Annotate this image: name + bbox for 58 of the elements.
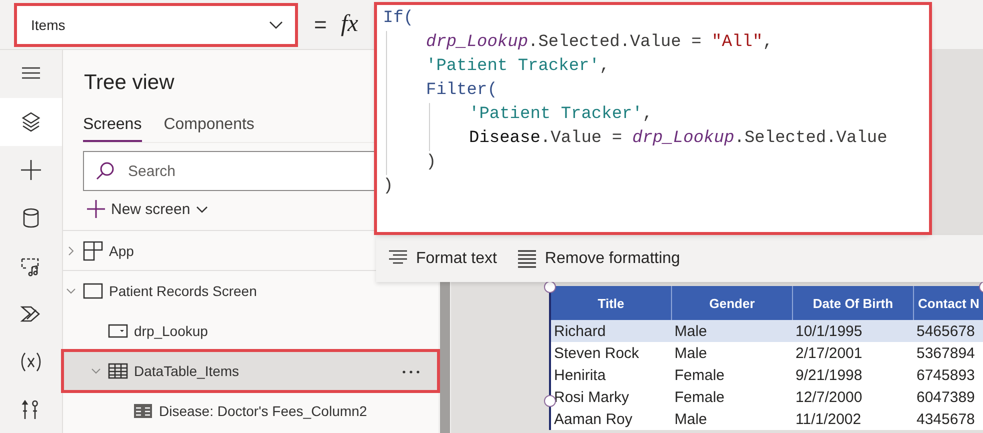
code-line: ) xyxy=(426,152,438,174)
tab[interactable]: Components xyxy=(164,116,254,142)
plus-icon xyxy=(87,200,105,218)
new-screen-button[interactable]: New screen xyxy=(87,191,208,227)
code-line: drp_Lookup.Selected.Value = "All", xyxy=(426,32,774,54)
table-cell: 10/1/1995 xyxy=(792,320,914,342)
table-cell: 5367894 xyxy=(914,342,983,364)
formula-label: fx xyxy=(340,11,358,38)
column-header: Date Of Birth xyxy=(792,286,914,320)
table-cell: 6047389 xyxy=(914,386,983,408)
table-cell: Male xyxy=(672,408,792,430)
column-icon xyxy=(133,403,153,419)
table-cell: 12/7/2000 xyxy=(792,386,914,408)
table-cell: 4345678 xyxy=(914,408,983,430)
table-cell: 9/21/1998 xyxy=(792,364,914,386)
screen-icon xyxy=(83,283,103,299)
table-cell: Male xyxy=(672,320,792,342)
plus-icon xyxy=(20,159,42,181)
chevron-down-icon xyxy=(196,206,208,212)
table-cell: Female xyxy=(672,364,792,386)
toolbar-button[interactable]: Remove formatting xyxy=(516,248,680,268)
table-cell: Henirita xyxy=(550,364,672,386)
table-cell: Rosi Marky xyxy=(550,386,672,408)
formula-editor-dialog[interactable]: If( drp_Lookup.Selected.Value = "All", 'Patient Tracker', Filter( 'Patient Tracker', Disease.Value = drp_Lookup.Selected.Value ) ) xyxy=(376,4,930,233)
tree-item[interactable]: Disease: Doctor's Fees_Column2 xyxy=(63,391,438,431)
resize-handle[interactable] xyxy=(544,281,556,293)
tree-item[interactable]: DataTable_Items xyxy=(63,351,438,391)
table-cell: Aaman Roy xyxy=(550,408,672,430)
code-line: 'Patient Tracker', xyxy=(426,56,611,78)
property-dropdown[interactable]: Items xyxy=(16,4,296,44)
tab[interactable]: Screens xyxy=(83,116,142,142)
lines-icon xyxy=(516,248,537,268)
table-cell: Steven Rock xyxy=(550,342,672,364)
equals-sign: = xyxy=(314,12,327,38)
sidebar-button[interactable] xyxy=(0,98,62,146)
column-header: Title xyxy=(550,286,672,320)
table-cell: 11/1/2002 xyxy=(792,408,914,430)
tree-item[interactable]: Patient Records Screen xyxy=(63,271,438,311)
table-cell: Male xyxy=(672,342,792,364)
column-header: Gender xyxy=(672,286,792,320)
app-icon xyxy=(83,240,103,260)
table-cell: 6745893 xyxy=(914,364,983,386)
table-cell: 2/17/2001 xyxy=(792,342,914,364)
table-cell: Richard xyxy=(550,320,672,342)
code-line: 'Patient Tracker', xyxy=(469,104,654,126)
layers-icon xyxy=(20,111,42,133)
code-line: Disease.Value = drp_Lookup.Selected.Value xyxy=(469,128,888,150)
code-line: Filter( xyxy=(426,80,498,102)
tree-item[interactable]: drp_Lookup xyxy=(63,311,438,351)
chevron-down-icon xyxy=(269,20,283,28)
resize-handle[interactable] xyxy=(544,395,556,407)
code-line: If( xyxy=(383,8,415,30)
table-cell: Female xyxy=(672,386,792,408)
variables-icon xyxy=(20,351,42,373)
column-header: Contact N xyxy=(914,286,983,320)
dropdown-icon xyxy=(108,324,128,338)
table-cell: 5465678 xyxy=(914,320,983,342)
table-icon xyxy=(108,363,128,379)
